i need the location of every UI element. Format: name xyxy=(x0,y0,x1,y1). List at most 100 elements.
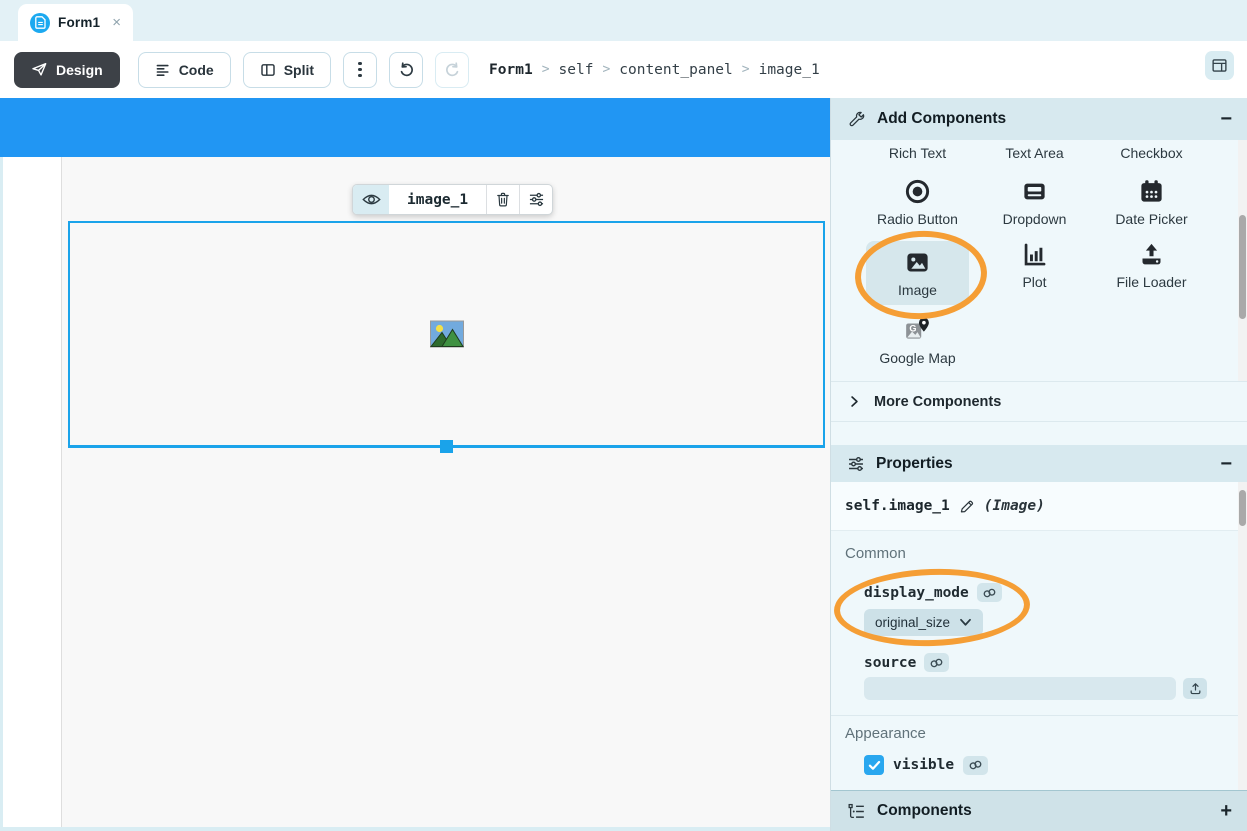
breadcrumb-separator: > xyxy=(533,62,559,77)
upload-source-button[interactable] xyxy=(1183,678,1207,699)
selected-image-component[interactable] xyxy=(68,221,825,447)
bind-link-icon[interactable] xyxy=(963,756,988,775)
components-panel-header[interactable]: Components + xyxy=(831,790,1247,831)
breadcrumb-content-panel[interactable]: content_panel xyxy=(619,62,733,78)
display-mode-label: display_mode xyxy=(864,585,969,601)
panel-layout-icon xyxy=(1211,57,1228,74)
main-area: image_1 Add Components − Rich Text Text … xyxy=(0,98,1247,831)
trash-icon xyxy=(495,191,511,208)
undo-button[interactable] xyxy=(389,52,423,88)
properties-title: Properties xyxy=(876,455,953,473)
component-dropdown[interactable]: Dropdown xyxy=(976,178,1093,227)
image-icon xyxy=(904,249,931,276)
image-placeholder-icon xyxy=(430,321,464,348)
component-grid-row: Image Plot File Loader xyxy=(859,241,1211,305)
resize-handle[interactable] xyxy=(440,440,453,453)
code-button[interactable]: Code xyxy=(138,52,231,88)
chevron-right-icon xyxy=(848,395,861,408)
tab-bar: Form1 × xyxy=(0,0,1247,41)
toggle-sidebar-button[interactable] xyxy=(1205,51,1234,80)
component-radio-button[interactable]: Radio Button xyxy=(859,178,976,227)
component-rich-text-label[interactable]: Rich Text xyxy=(859,145,976,161)
component-image[interactable]: Image xyxy=(866,241,969,305)
component-toolbar: image_1 xyxy=(352,184,553,215)
code-lines-icon xyxy=(155,62,171,78)
collapse-icon[interactable]: − xyxy=(1220,454,1232,474)
properties-header[interactable]: Properties − xyxy=(831,445,1247,482)
redo-button[interactable] xyxy=(435,52,469,88)
canvas-gutter xyxy=(0,157,62,831)
breadcrumb-image-1[interactable]: image_1 xyxy=(759,62,820,78)
form-title-bar[interactable] xyxy=(0,98,830,157)
scrollbar-thumb[interactable] xyxy=(1239,215,1246,319)
split-button[interactable]: Split xyxy=(243,52,331,88)
add-component-icon[interactable]: + xyxy=(1220,801,1232,821)
tab-form1[interactable]: Form1 × xyxy=(18,4,133,41)
code-label: Code xyxy=(179,62,214,78)
toolbar: Design Code Split Form1 > self > content… xyxy=(0,41,1247,98)
component-file-loader[interactable]: File Loader xyxy=(1093,241,1210,305)
eye-icon xyxy=(362,192,381,207)
upload-icon xyxy=(1189,682,1202,695)
delete-component-button[interactable] xyxy=(486,185,519,214)
source-label: source xyxy=(864,655,916,671)
redo-icon xyxy=(444,61,461,78)
form-body[interactable]: image_1 xyxy=(0,157,830,831)
component-text-area-label[interactable]: Text Area xyxy=(976,145,1093,161)
dropdown-icon xyxy=(1021,178,1048,205)
rename-pencil-icon[interactable] xyxy=(959,498,975,514)
canvas-left-edge xyxy=(0,157,3,831)
annotation-circle-display-mode xyxy=(833,566,1032,650)
display-mode-row: display_mode xyxy=(864,583,1002,602)
display-mode-select[interactable]: original_size xyxy=(864,609,983,636)
design-button[interactable]: Design xyxy=(14,52,120,88)
more-actions-button[interactable] xyxy=(343,52,377,88)
component-grid-clipped-row: Rich Text Text Area Checkbox xyxy=(859,145,1211,161)
split-view-icon xyxy=(260,62,276,78)
component-checkbox-label[interactable]: Checkbox xyxy=(1093,145,1210,161)
target-type: (Image) xyxy=(984,498,1045,514)
selected-target-row: self.image_1 (Image) xyxy=(831,482,1247,531)
group-label-appearance: Appearance xyxy=(845,725,926,742)
components-panel-title: Components xyxy=(877,802,972,820)
source-input[interactable] xyxy=(864,677,1176,700)
sliders-icon xyxy=(528,191,545,208)
component-date-picker[interactable]: Date Picker xyxy=(1093,178,1210,227)
breadcrumb-self[interactable]: self xyxy=(559,62,594,78)
component-properties-button[interactable] xyxy=(519,185,552,214)
group-label-common: Common xyxy=(845,545,906,562)
sliders-icon xyxy=(847,455,865,473)
add-components-title: Add Components xyxy=(877,110,1006,128)
bind-link-icon[interactable] xyxy=(924,653,949,672)
split-label: Split xyxy=(284,62,314,78)
breadcrumb-form[interactable]: Form1 xyxy=(489,62,533,78)
tab-close-icon[interactable]: × xyxy=(112,14,121,31)
target-name: self.image_1 xyxy=(845,498,950,514)
component-plot[interactable]: Plot xyxy=(976,241,1093,305)
google-map-icon: G xyxy=(904,316,932,344)
divider xyxy=(831,715,1247,716)
sidebar: Add Components − Rich Text Text Area Che… xyxy=(830,98,1247,831)
wrench-icon xyxy=(847,110,866,129)
kebab-icon xyxy=(358,62,362,78)
bind-link-icon[interactable] xyxy=(977,583,1002,602)
radio-button-icon xyxy=(904,178,931,205)
file-loader-icon xyxy=(1138,241,1165,268)
design-canvas[interactable]: image_1 xyxy=(0,98,830,831)
breadcrumb: Form1 > self > content_panel > image_1 xyxy=(489,62,820,78)
add-components-header[interactable]: Add Components − xyxy=(831,98,1247,140)
visible-checkbox[interactable] xyxy=(864,755,884,775)
component-google-map[interactable]: G Google Map xyxy=(859,316,976,366)
tab-title: Form1 xyxy=(58,15,100,30)
visible-label: visible xyxy=(893,757,954,773)
paper-plane-icon xyxy=(31,61,48,78)
collapse-icon[interactable]: − xyxy=(1220,109,1232,129)
svg-text:G: G xyxy=(909,324,916,334)
plot-icon xyxy=(1021,241,1048,268)
scrollbar-thumb[interactable] xyxy=(1239,490,1246,526)
more-components-expander[interactable]: More Components xyxy=(831,382,1247,422)
date-picker-icon xyxy=(1138,178,1165,205)
visibility-button[interactable] xyxy=(353,185,389,214)
component-grid-row: G Google Map xyxy=(859,316,1211,366)
component-tree-icon xyxy=(847,802,866,821)
